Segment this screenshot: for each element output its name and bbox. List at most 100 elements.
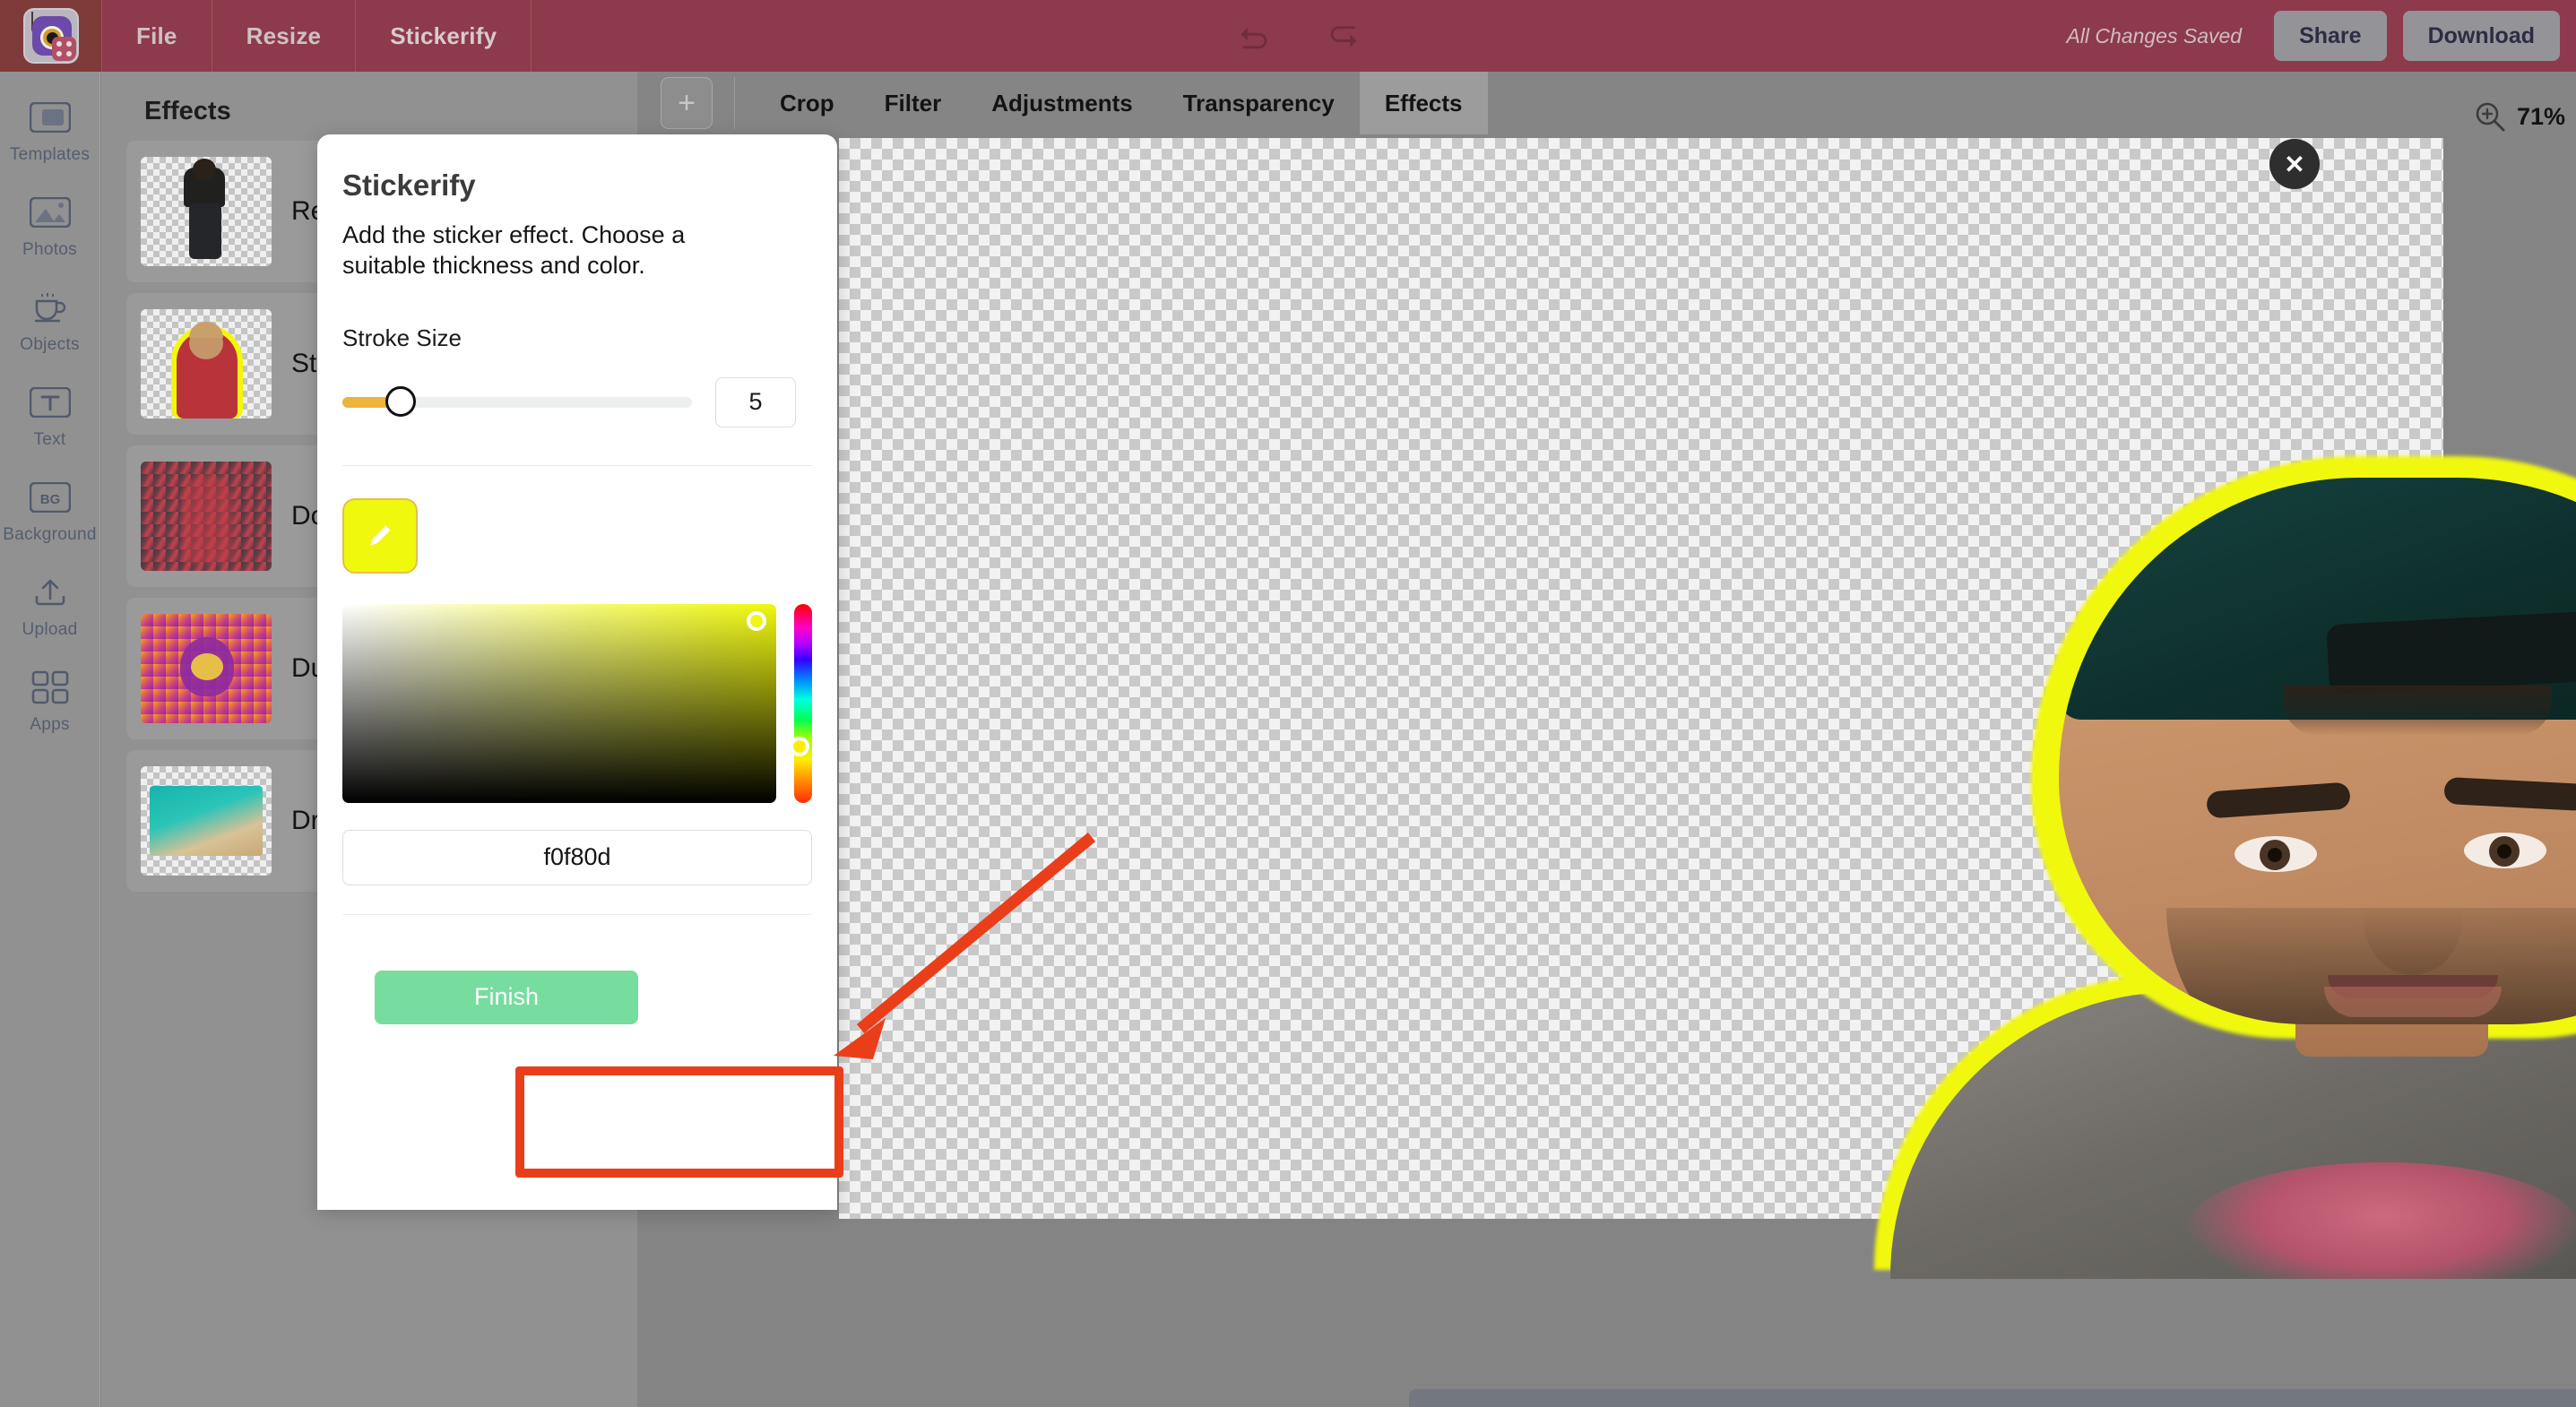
undo-icon[interactable] — [1236, 16, 1275, 56]
left-sidebar: Templates Photos Objects Text BG Backgro… — [0, 72, 100, 1407]
sidebar-label-apps: Apps — [30, 715, 70, 734]
subject-eye-left — [2235, 836, 2317, 872]
tab-adjustments-label: Adjustments — [991, 89, 1133, 117]
photo-subject[interactable] — [1874, 456, 2576, 1279]
sidebar-item-text[interactable]: Text — [0, 382, 100, 450]
stroke-size-slider[interactable] — [342, 385, 692, 417]
top-bar: File Resize Stickerify All Changes Saved… — [0, 0, 2576, 72]
dialog-title: Stickerify — [342, 168, 476, 202]
subject-eye-right — [2464, 833, 2546, 868]
tab-crop[interactable]: Crop — [755, 72, 860, 134]
canvas-area: + New Slide — [637, 134, 2576, 1407]
sidebar-label-upload: Upload — [22, 620, 78, 639]
hex-color-value: f0f80d — [543, 843, 611, 870]
saturation-value-area[interactable] — [342, 603, 777, 803]
share-button[interactable]: Share — [2274, 11, 2387, 61]
stroke-size-value: 5 — [748, 388, 763, 415]
upload-icon — [27, 572, 73, 613]
pencil-icon — [370, 523, 392, 546]
stroke-size-row: 5 — [342, 376, 812, 427]
finish-button[interactable]: Finish — [375, 970, 638, 1024]
menu-file-label: File — [136, 22, 177, 49]
sidebar-label-text: Text — [33, 430, 66, 449]
tab-effects-label: Effects — [1384, 89, 1463, 117]
slider-thumb[interactable] — [385, 385, 416, 417]
effect-thumbnail — [141, 462, 272, 571]
hue-slider[interactable] — [790, 603, 812, 803]
new-slide-button[interactable]: + New Slide — [1409, 1389, 2576, 1407]
objects-icon — [27, 287, 73, 328]
finish-label: Finish — [473, 983, 540, 1010]
menu-file[interactable]: File — [102, 0, 212, 72]
tab-adjustments[interactable]: Adjustments — [966, 72, 1157, 134]
zoom-control[interactable]: 71% — [2474, 100, 2565, 133]
dialog-divider-1 — [342, 464, 812, 466]
tab-effects[interactable]: Effects — [1359, 72, 1488, 134]
download-button[interactable]: Download — [2402, 11, 2560, 61]
menu-resize-label: Resize — [246, 22, 322, 49]
stroke-size-label: Stroke Size — [342, 324, 462, 351]
subject-hair — [2283, 686, 2552, 736]
download-label: Download — [2427, 22, 2535, 48]
sidebar-item-objects[interactable]: Objects — [0, 287, 100, 355]
subject-lip — [2324, 987, 2502, 1017]
zoom-in-icon — [2476, 102, 2505, 132]
effect-label-1: St — [291, 349, 317, 378]
add-layer-label: + — [678, 85, 696, 120]
redo-icon[interactable] — [1322, 16, 1361, 56]
apps-icon — [27, 667, 73, 708]
sidebar-label-templates: Templates — [9, 145, 91, 164]
color-picker — [342, 603, 812, 803]
canvas-board[interactable] — [839, 138, 2576, 1279]
effects-panel-title: Effects — [144, 97, 231, 125]
sidebar-item-photos[interactable]: Photos — [0, 192, 100, 260]
sidebar-item-background[interactable]: BG Background — [0, 477, 100, 545]
color-swatch-button[interactable] — [342, 497, 418, 574]
save-status: All Changes Saved — [2066, 23, 2243, 47]
tab-divider — [734, 77, 735, 129]
tab-transparency[interactable]: Transparency — [1158, 72, 1360, 134]
add-layer-button[interactable]: + — [661, 77, 713, 129]
subject-head — [2059, 478, 2576, 1024]
sidebar-item-apps[interactable]: Apps — [0, 667, 100, 735]
effect-thumbnail — [141, 614, 272, 723]
effect-thumbnail — [141, 766, 272, 876]
menu-stickerify[interactable]: Stickerify — [356, 0, 532, 72]
tab-transparency-label: Transparency — [1182, 89, 1335, 117]
effect-thumbnail — [141, 157, 272, 266]
photos-icon — [27, 192, 73, 233]
tab-filter[interactable]: Filter — [860, 72, 967, 134]
menu-resize[interactable]: Resize — [212, 0, 357, 72]
sidebar-item-upload[interactable]: Upload — [0, 572, 100, 640]
svg-text:BG: BG — [39, 492, 60, 507]
tab-filter-label: Filter — [884, 89, 942, 117]
effect-label-4: Dr — [291, 806, 320, 835]
app-logo[interactable] — [0, 0, 102, 72]
zoom-level-label: 71% — [2517, 102, 2566, 130]
stickerify-dialog: Stickerify Add the sticker effect. Choos… — [317, 134, 837, 1210]
sidebar-label-objects: Objects — [20, 335, 80, 354]
app-root: File Resize Stickerify All Changes Saved… — [0, 0, 2576, 1407]
saturation-value-handle[interactable] — [747, 610, 767, 631]
sidebar-item-templates[interactable]: Templates — [0, 97, 100, 165]
share-label: Share — [2299, 22, 2362, 48]
templates-icon — [27, 97, 73, 138]
history-controls — [1236, 16, 1361, 56]
shirt-graphic — [2186, 1162, 2576, 1279]
hex-color-input[interactable]: f0f80d — [342, 829, 812, 885]
text-icon — [27, 382, 73, 423]
menu-stickerify-label: Stickerify — [390, 22, 497, 49]
tab-crop-label: Crop — [780, 89, 834, 117]
sidebar-label-background: Background — [3, 525, 97, 544]
effect-thumbnail — [141, 309, 272, 419]
stroke-size-input[interactable]: 5 — [715, 376, 796, 427]
logo-dots-icon — [56, 41, 72, 56]
logo-icon — [22, 8, 79, 64]
close-icon[interactable]: ✕ — [2269, 139, 2320, 189]
hue-slider-handle[interactable] — [790, 736, 810, 756]
background-icon: BG — [27, 477, 73, 518]
editor-tabbar: + Crop Filter Adjustments Transparency E… — [637, 72, 2576, 134]
close-glyph: ✕ — [2284, 150, 2305, 178]
subject-brow-right — [2443, 776, 2576, 812]
sidebar-label-photos: Photos — [22, 240, 77, 259]
